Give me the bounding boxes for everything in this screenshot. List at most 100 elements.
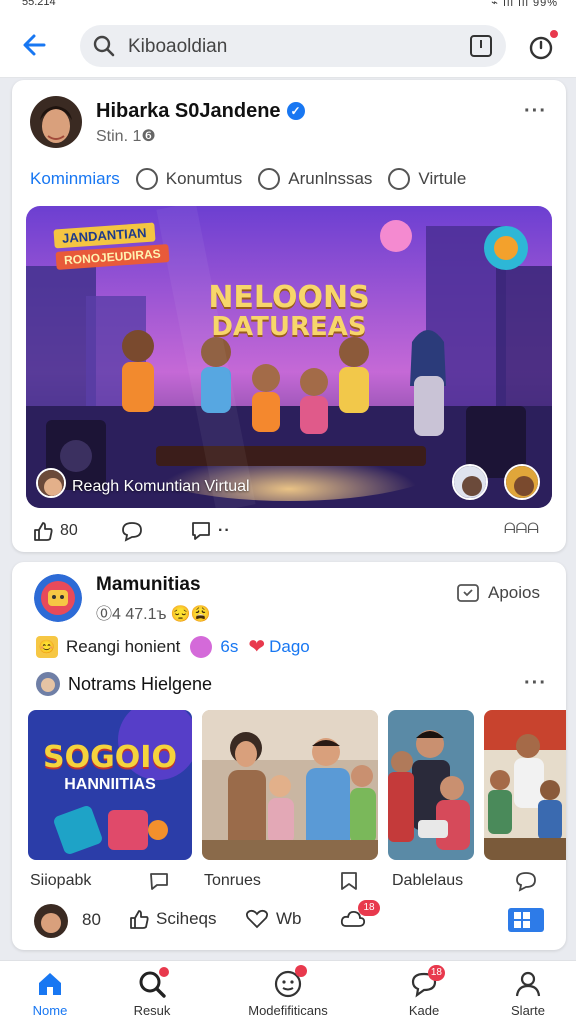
search-input[interactable]: Kiboaoldian: [128, 36, 227, 58]
bookmark-icon[interactable]: [338, 870, 360, 892]
reactions-row[interactable]: 😊 Reangi honient 6s ❤ Dago: [36, 634, 310, 659]
more-options-icon[interactable]: ···: [524, 100, 547, 123]
tab-label: Konumtus: [165, 169, 243, 188]
tab-konumtus[interactable]: Konumtus: [135, 168, 243, 190]
status-time: 55.214: [22, 0, 56, 8]
tab-label: Virtule: [418, 169, 467, 188]
home-icon: [39, 973, 61, 995]
like-label: Sciheqs: [156, 909, 217, 928]
nav-profile[interactable]: Slarte: [478, 969, 576, 1018]
verified-icon: ✓: [286, 102, 305, 120]
message-square-icon: [192, 522, 210, 540]
post-actions: 80 ·· ᗩᗩᗩ: [30, 520, 550, 548]
thumbs-up-icon: [34, 522, 53, 541]
back-button[interactable]: [18, 28, 52, 62]
alarm-badge: [548, 28, 560, 40]
tab-arunlnssas[interactable]: Arunlnssas: [258, 168, 372, 190]
person-icon: [515, 971, 541, 997]
like-count: 80: [60, 522, 78, 539]
reactions-count: 6s: [220, 636, 239, 656]
post-hero-image[interactable]: JANDANTIAN RONOJEUDIRAS NELOONS DATUREAS…: [26, 206, 552, 508]
follow-label: Apoios: [488, 583, 540, 602]
subheader-title[interactable]: Notrams Hielgene: [68, 674, 212, 695]
thumbnail-label[interactable]: Dablelaus: [392, 872, 463, 890]
reaction-button[interactable]: Wb: [244, 908, 302, 930]
reactions-text: Reangi honient: [66, 636, 181, 656]
thumbnail-title-2: HANNIITIAS: [64, 776, 156, 793]
alarm-button[interactable]: [526, 28, 560, 62]
grid-icon: [514, 912, 530, 928]
thumbnail-image: [388, 710, 474, 860]
nav-home[interactable]: Nome: [0, 969, 100, 1018]
thumbnail-label[interactable]: Tonrues: [204, 872, 261, 890]
post-card: Mamunitias ⓪4 47.1ъ 😔😩 Apoios 😊 Reangi h…: [12, 562, 566, 950]
tab-virtule[interactable]: Virtule: [388, 168, 466, 190]
nav-label: Nome: [32, 1003, 68, 1018]
notifications-nav-button: [273, 965, 307, 999]
notifications-badge-dot: [295, 965, 307, 977]
reaction-label: Wb: [276, 909, 302, 928]
share-button[interactable]: ··: [190, 520, 231, 542]
thumbnail-group[interactable]: [388, 710, 474, 860]
back-arrow-icon: [23, 34, 46, 56]
heart-outline-icon: [245, 909, 269, 929]
heart-icon: ❤: [248, 636, 266, 658]
bottom-nav: Nome Resuk Modefifiticans 18 Kade Slarte: [0, 960, 576, 1024]
participant-avatar[interactable]: [452, 464, 488, 500]
hero-title-line-2: DATUREAS: [211, 312, 367, 342]
voice-search-icon[interactable]: [470, 35, 492, 57]
compass-icon: [258, 168, 281, 190]
avatar-image: [34, 904, 68, 938]
hero-caption: Reagh Komuntian Virtual: [72, 478, 250, 495]
calendar-icon: [457, 584, 479, 602]
follow-button[interactable]: Apoios: [456, 582, 540, 604]
post-card: Hibarka S0Jandene ✓ Stin. 1❻ ··· Kominmia…: [12, 80, 566, 552]
nav-label: Slarte: [511, 1003, 545, 1018]
sphere-icon: [190, 635, 213, 658]
post-author-row[interactable]: Hibarka S0Jandene ✓: [96, 100, 305, 123]
footer-count: 80: [82, 910, 101, 929]
status-bar: 55.214 ⌁ ıll ıll 99%: [0, 0, 576, 12]
nav-search[interactable]: Resuk: [102, 967, 202, 1018]
caption-avatar[interactable]: [36, 468, 66, 498]
participant-avatar[interactable]: [504, 464, 540, 500]
thumbnail-kids[interactable]: [484, 710, 566, 860]
comment-icon[interactable]: [148, 870, 172, 892]
thumbnail-game[interactable]: SOGOIO HANNIITIAS: [28, 710, 192, 860]
like-button[interactable]: 80: [32, 520, 78, 542]
subheader-avatar[interactable]: [36, 672, 60, 696]
search-bar[interactable]: Kiboaoldian: [80, 25, 506, 67]
messages-badge: 18: [427, 965, 445, 981]
emoji-icon: 😊: [36, 635, 58, 658]
share-options-button[interactable]: ᗩᗩᗩ: [504, 520, 539, 537]
nav-label: Modefifiticans: [248, 1003, 328, 1018]
tab-kominmiars[interactable]: Kominmiars: [30, 169, 120, 189]
dots-icon: ··: [218, 522, 231, 539]
status-icons: ⌁ ıll ıll 99%: [491, 0, 558, 9]
nav-label: Kade: [408, 1003, 440, 1018]
share-options-label: ᗩᗩᗩ: [504, 520, 539, 536]
circle-icon: [135, 168, 158, 190]
more-options-icon[interactable]: ···: [524, 672, 547, 695]
group-avatar[interactable]: [34, 574, 82, 622]
post-author-name[interactable]: Hibarka S0Jandene: [96, 100, 281, 122]
grid-view-button[interactable]: [508, 908, 544, 932]
thumbnail-family[interactable]: [202, 710, 378, 860]
thumbnail-image: [484, 710, 566, 860]
footer-badge: 18: [358, 900, 380, 916]
thumbnail-title-1: SOGOIO: [43, 740, 177, 775]
group-name[interactable]: Mamunitias: [96, 574, 201, 596]
like-button[interactable]: Sciheqs: [128, 908, 216, 930]
group-logo-icon: [34, 574, 82, 622]
comment-icon[interactable]: [514, 870, 538, 892]
comment-button[interactable]: [120, 520, 152, 542]
nav-notifications[interactable]: Modefifiticans: [238, 965, 338, 1018]
search-nav-button: [137, 967, 169, 999]
thumbnail-label[interactable]: Siiopabk: [30, 872, 91, 890]
author-avatar[interactable]: [30, 96, 82, 148]
post-tabs: Kominmiars Konumtus Arunlnssas Virtule: [30, 166, 482, 192]
footer-avatar[interactable]: [34, 904, 68, 938]
notification-button[interactable]: 18: [340, 900, 380, 930]
nav-messages[interactable]: 18 Kade: [374, 965, 474, 1018]
post-footer: 80 Sciheqs Wb 18: [34, 900, 544, 938]
